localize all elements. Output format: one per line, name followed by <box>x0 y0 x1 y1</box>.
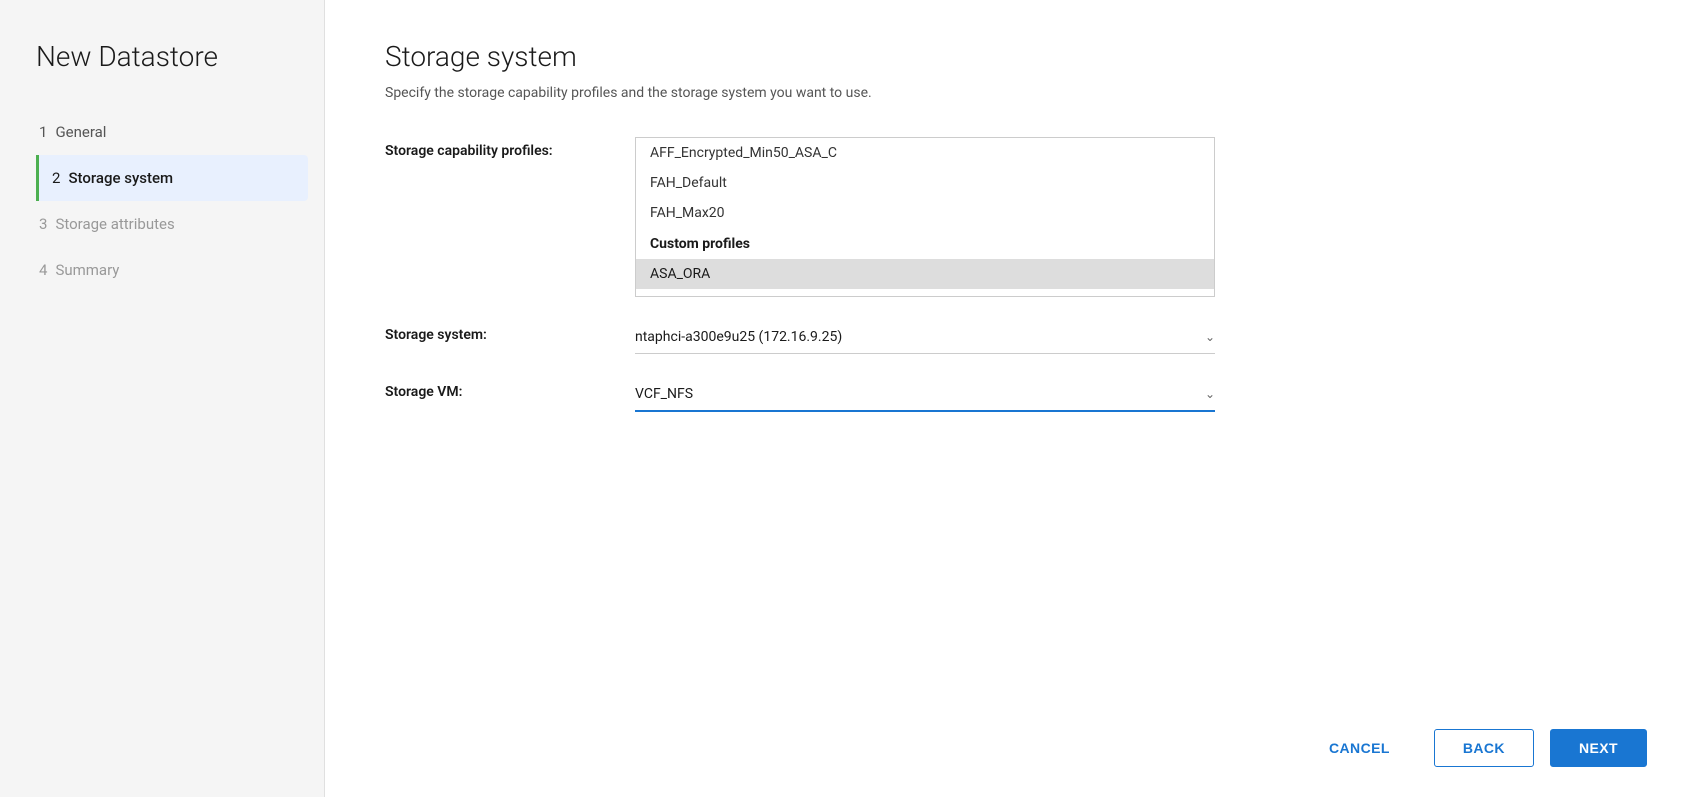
next-button[interactable]: NEXT <box>1550 729 1647 767</box>
step-number-3: 3 <box>39 215 47 233</box>
list-item-aff[interactable]: AFF_Encrypted_Min50_ASA_C <box>636 138 1214 168</box>
page-title: Storage system <box>385 40 1647 73</box>
main-content: Storage system Specify the storage capab… <box>325 0 1707 797</box>
storage-vm-row: Storage VM: VCF_NFS ⌄ <box>385 378 1647 412</box>
sidebar: New Datastore 1 General 2 Storage system… <box>0 0 325 797</box>
back-button[interactable]: BACK <box>1434 729 1534 767</box>
sidebar-item-label-storage-system: Storage system <box>68 169 173 187</box>
storage-vm-label: Storage VM: <box>385 378 635 400</box>
list-item-fah-default[interactable]: FAH_Default <box>636 168 1214 198</box>
step-number-4: 4 <box>39 261 47 279</box>
profiles-listbox[interactable]: AFF_Encrypted_Min50_ASA_C FAH_Default FA… <box>635 137 1215 297</box>
storage-vm-select[interactable]: VCF_NFS ⌄ <box>635 378 1215 412</box>
step-number-1: 1 <box>39 123 47 141</box>
cancel-button[interactable]: CANCEL <box>1301 730 1418 766</box>
chevron-down-icon-vm: ⌄ <box>1205 387 1215 401</box>
sidebar-item-summary[interactable]: 4 Summary <box>36 247 324 293</box>
sidebar-item-label-general: General <box>55 123 106 141</box>
step-number-2: 2 <box>52 169 60 187</box>
sidebar-item-general[interactable]: 1 General <box>36 109 324 155</box>
sidebar-title: New Datastore <box>36 40 324 73</box>
profiles-control: AFF_Encrypted_Min50_ASA_C FAH_Default FA… <box>635 137 1215 297</box>
profiles-label: Storage capability profiles: <box>385 137 635 159</box>
list-item-asa-ora[interactable]: ASA_ORA <box>636 259 1214 289</box>
storage-system-control: ntaphci-a300e9u25 (172.16.9.25) ⌄ <box>635 321 1215 354</box>
sidebar-item-label-summary: Summary <box>55 261 119 279</box>
storage-vm-value: VCF_NFS <box>635 386 1205 402</box>
form-area: Storage capability profiles: AFF_Encrypt… <box>385 137 1647 709</box>
profiles-row: Storage capability profiles: AFF_Encrypt… <box>385 137 1647 297</box>
storage-system-value: ntaphci-a300e9u25 (172.16.9.25) <box>635 329 1205 345</box>
page-subtitle: Specify the storage capability profiles … <box>385 85 1647 101</box>
nav-steps: 1 General 2 Storage system 3 Storage att… <box>36 109 324 293</box>
sidebar-item-label-storage-attributes: Storage attributes <box>55 215 174 233</box>
storage-system-select[interactable]: ntaphci-a300e9u25 (172.16.9.25) ⌄ <box>635 321 1215 354</box>
storage-system-label: Storage system: <box>385 321 635 343</box>
sidebar-item-storage-attributes[interactable]: 3 Storage attributes <box>36 201 324 247</box>
list-item-custom-profiles-header: Custom profiles <box>636 228 1214 259</box>
storage-vm-control: VCF_NFS ⌄ <box>635 378 1215 412</box>
list-item-fah-max20[interactable]: FAH_Max20 <box>636 198 1214 228</box>
sidebar-item-storage-system[interactable]: 2 Storage system <box>36 155 308 201</box>
footer: CANCEL BACK NEXT <box>385 709 1647 797</box>
storage-system-row: Storage system: ntaphci-a300e9u25 (172.1… <box>385 321 1647 354</box>
chevron-down-icon: ⌄ <box>1205 330 1215 344</box>
